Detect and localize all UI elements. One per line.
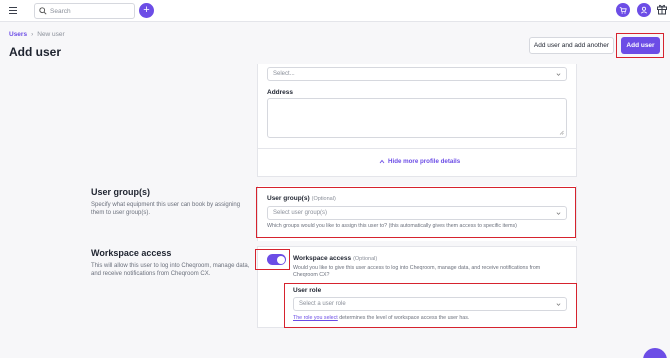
add-user-and-add-another-button[interactable]: Add user and add another — [529, 37, 614, 54]
workspace-helper: Would you like to give this user access … — [293, 265, 541, 278]
profile-divider — [257, 148, 577, 149]
resize-handle-icon[interactable] — [559, 130, 564, 135]
address-textarea[interactable] — [267, 98, 567, 138]
workspace-access-toggle[interactable] — [267, 254, 286, 265]
search-input[interactable] — [50, 6, 130, 16]
user-groups-select[interactable]: Select user group(s) — [267, 206, 567, 220]
toggle-knob — [276, 255, 285, 264]
menu-icon[interactable] — [9, 7, 17, 14]
user-groups-field-label: User group(s) (Optional) — [267, 195, 336, 202]
user-groups-section-desc: Specify what equipment this user can boo… — [91, 202, 241, 216]
user-role-helper: The role you select determines the level… — [293, 315, 567, 322]
add-user-button[interactable]: Add user — [621, 37, 660, 54]
user-role-placeholder: Select a user role — [299, 301, 346, 307]
chevron-down-icon — [556, 73, 561, 76]
breadcrumb-separator: › — [31, 31, 34, 38]
top-bar: + — [0, 0, 670, 22]
workspace-section-title: Workspace access — [91, 248, 172, 258]
breadcrumb: Users › New user — [9, 31, 65, 38]
help-chat-button[interactable] — [643, 348, 667, 358]
search-box[interactable] — [34, 3, 135, 19]
profile-select-placeholder: Select... — [273, 71, 295, 77]
cart-icon[interactable] — [616, 3, 630, 17]
page-title: Add user — [9, 45, 62, 59]
chevron-up-icon — [379, 159, 385, 164]
hide-profile-details-link[interactable]: Hide more profile details — [379, 158, 460, 165]
workspace-optional: (Optional) — [353, 256, 378, 262]
account-icon[interactable] — [637, 3, 651, 17]
breadcrumb-current: New user — [37, 31, 65, 38]
user-groups-placeholder: Select user group(s) — [273, 210, 328, 216]
plus-icon[interactable]: + — [139, 3, 154, 18]
chevron-down-icon — [556, 212, 561, 215]
hide-profile-details-label: Hide more profile details — [388, 158, 461, 165]
user-role-label: User role — [293, 287, 322, 294]
user-groups-helper: Which groups would you like to assign th… — [267, 223, 517, 229]
search-icon — [39, 7, 47, 15]
workspace-section-desc: This will allow this user to log into Ch… — [91, 263, 250, 277]
gift-icon[interactable] — [656, 3, 668, 15]
workspace-field-label: Workspace access (Optional) — [293, 255, 377, 262]
role-you-select-link[interactable]: The role you select — [293, 315, 338, 321]
user-role-select[interactable]: Select a user role — [293, 297, 567, 311]
address-label: Address — [267, 89, 294, 96]
user-role-helper-rest: determines the level of workspace access… — [337, 315, 470, 321]
user-groups-optional: (Optional) — [311, 196, 336, 202]
chevron-down-icon — [556, 303, 561, 306]
breadcrumb-users-link[interactable]: Users — [9, 31, 27, 38]
user-groups-label-text: User group(s) — [267, 195, 310, 202]
user-groups-section-title: User group(s) — [91, 187, 151, 197]
workspace-label-text: Workspace access — [293, 255, 352, 262]
profile-select[interactable]: Select... — [267, 67, 567, 81]
